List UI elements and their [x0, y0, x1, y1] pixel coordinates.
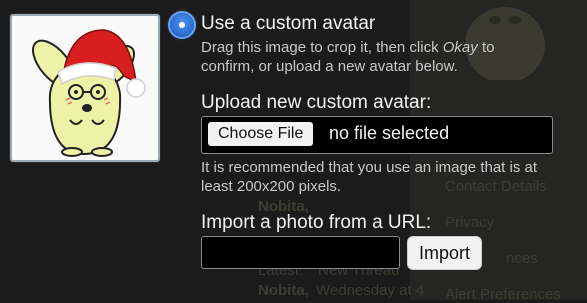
custom-avatar-label[interactable]: Use a custom avatar [201, 13, 375, 35]
crop-hint-part: to [477, 39, 495, 56]
avatar-crop-preview[interactable] [10, 14, 160, 162]
file-upload-field[interactable]: Choose File no file selected [201, 116, 553, 154]
crop-hint-text: Drag this image to crop it, then click O… [201, 38, 551, 76]
background-link-privacy: Privacy [445, 214, 495, 231]
okay-emphasis: Okay [442, 39, 478, 56]
avatar-image [32, 29, 146, 157]
background-link-preferences: nces [506, 250, 538, 267]
radio-selected-dot [179, 22, 185, 28]
import-url-label: Import a photo from a URL: [201, 212, 432, 233]
choose-file-button[interactable]: Choose File [208, 122, 314, 146]
background-fragment: Nobita, [258, 282, 309, 299]
background-link-alert-preferences: Alert Preferences [445, 286, 561, 303]
crop-hint-part: Drag this image to crop it, then click [201, 39, 443, 56]
recommendation-line: least 200x200 pixels. [201, 178, 342, 195]
background-fragment: Wednesday at 4 [316, 282, 425, 299]
import-button[interactable]: Import [407, 236, 482, 270]
size-recommendation: It is recommended that you use an image … [201, 158, 537, 196]
custom-avatar-radio[interactable] [170, 13, 194, 37]
upload-label: Upload new custom avatar: [201, 92, 432, 113]
crop-hint-part: confirm, or upload a new avatar below. [201, 58, 458, 75]
file-status-text: no file selected [329, 123, 450, 143]
url-input[interactable] [201, 236, 400, 269]
recommendation-line: It is recommended that you use an image … [201, 159, 538, 176]
